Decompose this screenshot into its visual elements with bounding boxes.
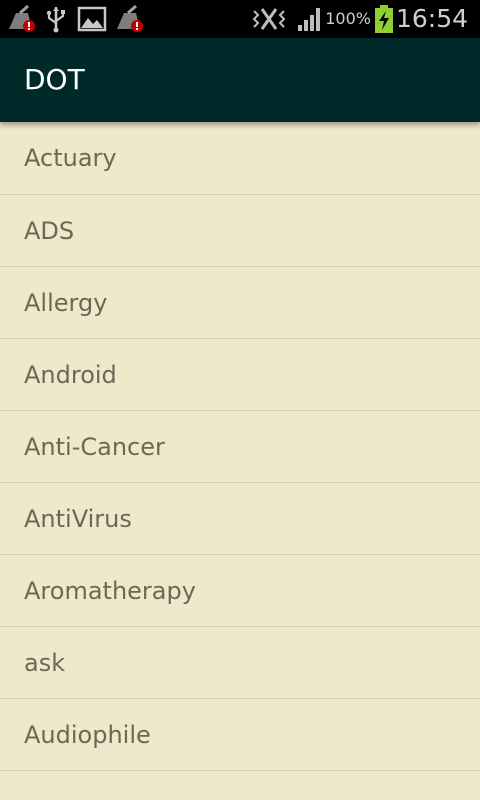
signal-icon [298, 8, 320, 31]
list-item-label: ask [24, 648, 66, 677]
category-list: Actuary ADS Allergy Android Anti-Cancer … [0, 122, 480, 771]
list-item-label: AntiVirus [24, 504, 132, 533]
image-icon [77, 6, 107, 32]
list-item-label: Audiophile [24, 720, 151, 749]
usb-icon [46, 7, 65, 33]
battery-percent: 100% [325, 9, 371, 28]
list-item[interactable]: AntiVirus [0, 483, 480, 555]
vibrate-icon [252, 8, 286, 30]
list-item-label: Anti-Cancer [24, 432, 165, 461]
list-item[interactable]: Actuary [0, 122, 480, 195]
battery-charging-icon [375, 5, 393, 33]
list-item[interactable]: ADS [0, 195, 480, 267]
list-item-label: Actuary [24, 144, 117, 172]
list-item-label: Aromatherapy [24, 576, 196, 605]
status-bar: 100% 16:54 [0, 0, 480, 38]
list-item[interactable]: Aromatherapy [0, 555, 480, 627]
list-item[interactable]: Android [0, 339, 480, 411]
list-item-label: ADS [24, 216, 75, 245]
list-item[interactable]: Audiophile [0, 699, 480, 771]
action-bar: DOT [0, 38, 480, 122]
cleaner-alert-icon [117, 5, 143, 32]
cleaner-alert-icon [9, 5, 35, 32]
list-item[interactable]: Allergy [0, 267, 480, 339]
list-item-label: Android [24, 360, 117, 389]
app-title: DOT [24, 63, 85, 96]
list-item[interactable]: ask [0, 627, 480, 699]
list-item[interactable]: Anti-Cancer [0, 411, 480, 483]
clock: 16:54 [395, 4, 468, 33]
list-item-label: Allergy [24, 288, 108, 317]
